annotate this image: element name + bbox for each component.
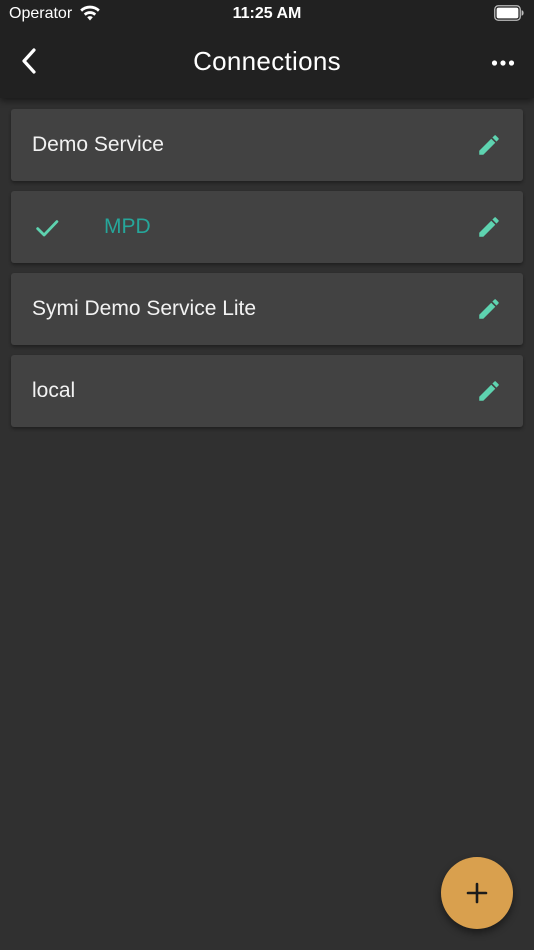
connection-item-mpd[interactable]: MPD [11, 191, 523, 263]
more-horizontal-icon [491, 60, 515, 66]
pencil-icon [479, 135, 499, 155]
pencil-icon [479, 381, 499, 401]
edit-connection-button[interactable] [473, 129, 505, 161]
edit-connection-button[interactable] [473, 293, 505, 325]
connection-label: local [32, 379, 76, 402]
top-bar: Operator 11:25 AM Connections [0, 0, 534, 98]
connection-label-selected: MPD [104, 215, 151, 238]
checkmark-icon [36, 220, 59, 237]
app-bar: Connections [0, 28, 534, 98]
connections-list: Demo Service MPD Symi Demo Service Lite [11, 109, 523, 437]
status-time: 11:25 AM [232, 5, 302, 22]
add-connection-button[interactable] [441, 857, 513, 929]
connection-item-local[interactable]: local [11, 355, 523, 427]
connection-label: Symi Demo Service Lite [32, 297, 257, 320]
more-options-button[interactable] [486, 46, 520, 80]
status-bar: Operator 11:25 AM [0, 0, 534, 28]
edit-connection-button[interactable] [473, 211, 505, 243]
battery-icon [494, 5, 524, 21]
connection-label: Demo Service [32, 133, 164, 156]
pencil-icon [479, 217, 499, 237]
connection-item-demo-service[interactable]: Demo Service [11, 109, 523, 181]
pencil-icon [479, 299, 499, 319]
edit-connection-button[interactable] [473, 375, 505, 407]
connection-item-symi-demo-service-lite[interactable]: Symi Demo Service Lite [11, 273, 523, 345]
page-title: Connections [193, 46, 341, 76]
connections-screen: Operator 11:25 AM Connections Demo Servi… [0, 0, 534, 950]
plus-icon [466, 882, 488, 904]
